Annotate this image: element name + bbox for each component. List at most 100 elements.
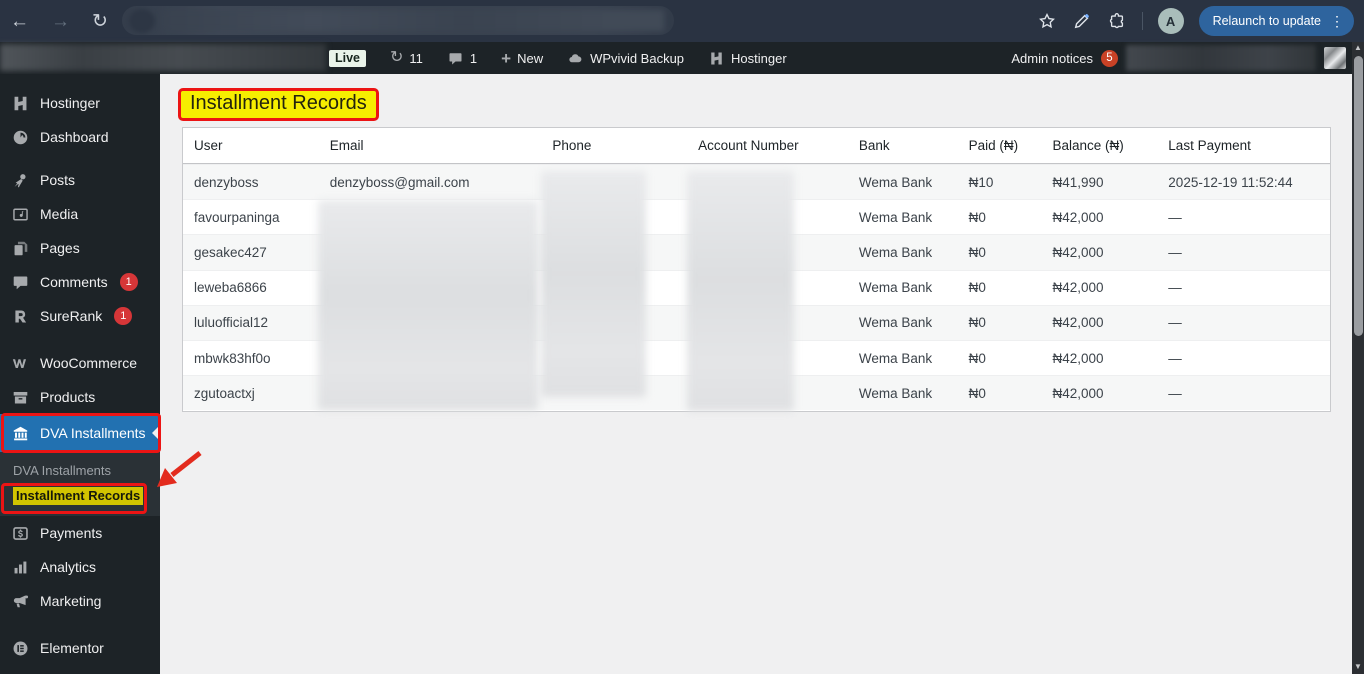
cell-last-payment: — [1168,280,1182,296]
cell-balance: ₦42,000 [1052,280,1104,296]
installments-table: User Email Phone Account Number Bank Paid (₦)… [182,127,1331,412]
hostinger-icon [10,93,30,113]
forward-icon[interactable]: → [51,12,70,31]
page-scrollbar[interactable]: ▲ ▼ [1352,42,1364,674]
comments-icon [10,272,30,292]
sidebar-item-pages[interactable]: Pages [0,231,160,265]
cell-email: denzyboss@gmail.com [329,174,470,190]
page-title: Installment Records [178,88,379,121]
sidebar-item-payments[interactable]: Payments [0,516,160,550]
sidebar-item-marketing[interactable]: Marketing [0,584,160,618]
admin-bar-right-items: Admin notices 5 [1011,42,1346,74]
dashboard-icon [10,127,30,147]
updates-icon: ↻ [390,49,404,66]
browser-nav-buttons: ← → ↻ [10,0,108,42]
cell-bank: Wema Bank [858,280,933,296]
sidebar-item-label: Products [40,389,96,405]
browser-menu-kebab-icon[interactable]: ⋮ [1330,13,1344,30]
sidebar-item-label: Elementor [40,640,104,656]
woocommerce-icon [10,353,30,373]
comment-bubble-icon [447,50,464,67]
payments-icon [10,523,30,543]
cell-last-payment: — [1168,315,1182,331]
cell-balance: ₦42,000 [1052,244,1104,260]
cell-last-payment: — [1168,385,1182,401]
cell-paid: ₦0 [968,350,986,366]
cell-balance: ₦41,990 [1052,174,1104,190]
sidebar-item-woocommerce[interactable]: WooCommerce [0,346,160,380]
sidebar-item-hostinger[interactable]: Hostinger [0,86,160,120]
browser-profile-avatar[interactable]: A [1157,8,1184,34]
address-bar[interactable] [122,6,674,35]
admin-notices-label[interactable]: Admin notices [1011,51,1093,66]
color-picker-extension-icon[interactable] [1072,11,1092,31]
sidebar-item-label: Dashboard [40,129,109,145]
sidebar-item-dashboard[interactable]: Dashboard [0,120,160,154]
back-icon[interactable]: ← [10,12,29,31]
cell-paid: ₦0 [968,385,986,401]
new-item[interactable]: + New [501,50,543,67]
cell-paid: ₦10 [968,174,994,190]
live-badge[interactable]: Live [329,49,367,67]
cell-last-payment: — [1168,209,1182,225]
sidebar-item-comments[interactable]: Comments 1 [0,265,160,299]
sidebar-item-media[interactable]: Media [0,197,160,231]
sidebar-item-surerank[interactable]: SureRank 1 [0,299,160,333]
cell-balance: ₦42,000 [1052,315,1104,331]
column-header-user: User [194,138,223,153]
sidebar-item-analytics[interactable]: Analytics [0,550,160,584]
cell-last-payment: — [1168,350,1182,366]
phone-column-blurred [541,171,646,397]
relaunch-label: Relaunch to update [1212,14,1321,28]
cell-user: mbwk83hf0o [194,350,271,366]
sidebar-item-posts[interactable]: Posts [0,163,160,197]
pages-icon [10,238,30,258]
site-favicon-blurred [129,9,155,33]
elementor-icon [10,638,30,658]
sidebar-item-label: Comments [40,274,108,290]
scrollbar-thumb[interactable] [1353,56,1363,336]
refresh-icon[interactable]: ↻ [92,12,108,31]
cell-balance: ₦42,000 [1052,350,1104,366]
page-title-highlight: Installment Records [178,88,379,121]
sidebar-item-label: Pages [40,240,80,256]
surerank-icon [10,306,30,326]
hostinger-bar-item[interactable]: Hostinger [708,50,787,67]
bookmark-star-icon[interactable] [1037,11,1057,31]
url-text-blurred [162,10,664,31]
column-header-last-payment: Last Payment [1168,138,1251,153]
cell-paid: ₦0 [968,244,986,260]
sidebar-item-products[interactable]: Products [0,380,160,414]
sidebar-item-label: DVA Installments [40,425,146,441]
admin-notices-count-badge: 5 [1101,49,1118,67]
updates-item[interactable]: ↻ 11 [390,50,423,66]
account-number-column-blurred [687,171,794,411]
cell-user: luluofficial12 [194,315,269,331]
scroll-down-icon[interactable]: ▼ [1354,661,1362,674]
updates-count: 11 [409,50,423,66]
cell-bank: Wema Bank [858,315,933,331]
email-column-blurred [318,200,538,410]
browser-actions: A Relaunch to update ⋮ [1037,0,1354,42]
user-avatar[interactable] [1324,47,1346,69]
toolbar-divider [1141,12,1143,30]
howdy-user-blurred[interactable] [1126,45,1316,71]
dva-installments-submenu: DVA Installments Installment Records [0,452,160,516]
sidebar-item-label: Media [40,206,79,222]
comments-item[interactable]: 1 [447,50,477,67]
submenu-item-installment-records[interactable]: Installment Records [0,483,160,508]
extensions-puzzle-icon[interactable] [1107,11,1127,31]
scroll-up-icon[interactable]: ▲ [1354,42,1362,55]
sidebar-item-label: SureRank [40,308,103,324]
browser-toolbar: ← → ↻ A Relaunch to update ⋮ [0,0,1364,42]
sidebar-item-elementor[interactable]: Elementor [0,631,160,665]
analytics-icon [10,557,30,577]
bank-icon [10,423,30,443]
cell-user: zgutoactxj [194,385,255,401]
wpvivid-backup-item[interactable]: WPvivid Backup [567,50,684,67]
sidebar-item-dva-installments[interactable]: DVA Installments [0,414,160,452]
sidebar-item-label: Posts [40,172,76,188]
column-header-balance-: Balance (₦) [1052,138,1124,153]
submenu-item-dva-installments[interactable]: DVA Installments [0,458,160,483]
relaunch-to-update-button[interactable]: Relaunch to update ⋮ [1198,6,1354,36]
